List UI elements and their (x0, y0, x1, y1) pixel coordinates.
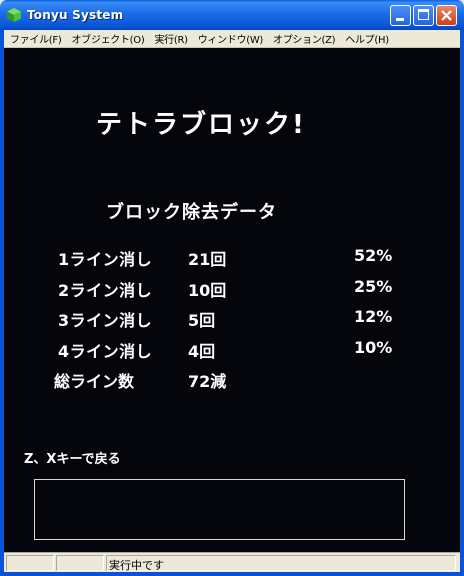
row-label-1: 1ライン消し (58, 250, 153, 269)
cube-icon (7, 8, 21, 22)
game-canvas[interactable]: テトラブロック! ブロック除去データ 1ライン消し 21回 52% 2ライン消し… (4, 48, 460, 552)
row-count-1: 21回 (188, 250, 227, 269)
menu-run[interactable]: 実行(R) (150, 31, 191, 46)
window-frame-bottom (0, 572, 464, 576)
title-bar[interactable]: Tonyu System (0, 0, 464, 30)
row-label-2: 2ライン消し (58, 281, 153, 300)
maximize-button[interactable] (413, 5, 434, 26)
row-label-3: 3ライン消し (58, 311, 153, 330)
menu-file[interactable]: ファイル(F) (6, 31, 65, 46)
menu-window[interactable]: ウィンドウ(W) (194, 31, 267, 46)
row-label-4: 4ライン消し (58, 342, 153, 361)
total-lines-value: 72減 (188, 372, 227, 391)
minimize-button[interactable] (390, 5, 411, 26)
menu-object[interactable]: オブジェクト(O) (67, 31, 148, 46)
row-percent-3: 12% (354, 307, 393, 326)
row-count-4: 4回 (188, 342, 216, 361)
row-count-2: 10回 (188, 281, 227, 300)
menu-bar: ファイル(F) オブジェクト(O) 実行(R) ウィンドウ(W) オプション(Z… (4, 30, 460, 48)
game-title: テトラブロック! (96, 110, 306, 140)
menu-option[interactable]: オプション(Z) (269, 31, 339, 46)
row-percent-4: 10% (354, 338, 393, 357)
row-percent-2: 25% (354, 277, 393, 296)
status-cell-2 (56, 555, 104, 571)
status-cell-3: 実行中です (106, 555, 456, 572)
status-cell-1 (6, 555, 54, 571)
window-frame-right (460, 30, 464, 576)
menu-help[interactable]: ヘルプ(H) (341, 31, 393, 46)
close-button[interactable] (436, 5, 457, 26)
row-count-3: 5回 (188, 311, 216, 330)
minimize-icon (396, 18, 404, 21)
status-bar: 実行中です (4, 552, 460, 572)
maximize-icon (418, 9, 429, 20)
message-box (34, 479, 405, 540)
stats-heading: ブロック除去データ (106, 202, 277, 223)
total-lines-label: 総ライン数 (54, 372, 135, 391)
status-text: 実行中です (109, 559, 164, 572)
row-percent-1: 52% (354, 246, 393, 265)
window-title: Tonyu System (27, 8, 124, 22)
back-hint: Z、Xキーで戻る (24, 452, 121, 467)
close-icon (441, 10, 452, 21)
